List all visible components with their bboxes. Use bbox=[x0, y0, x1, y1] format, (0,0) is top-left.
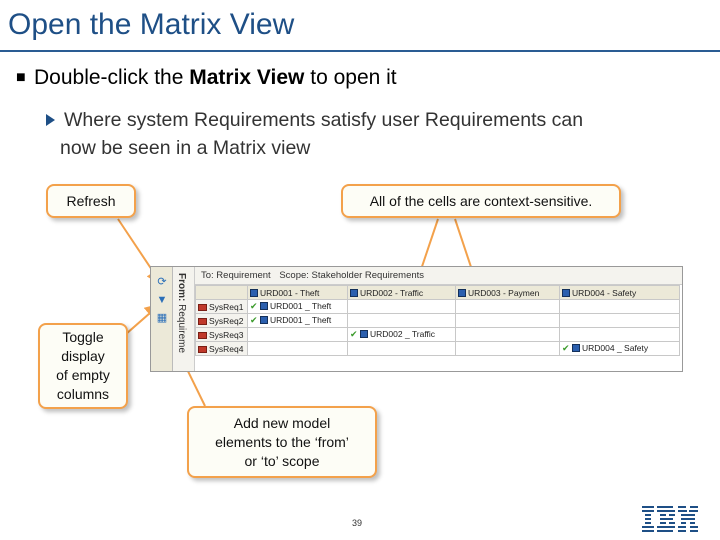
requirement-icon bbox=[198, 331, 207, 339]
from-label-bold: From: bbox=[176, 273, 187, 302]
requirement-icon bbox=[562, 288, 570, 297]
from-scope-label: From: Requireme bbox=[173, 267, 195, 371]
matrix-cell[interactable]: ✔ URD001 _ Theft bbox=[247, 299, 348, 314]
requirement-icon bbox=[260, 316, 268, 324]
matrix-cell[interactable] bbox=[455, 299, 560, 314]
matrix-cell[interactable]: ✔ URD001 _ Theft bbox=[247, 313, 348, 328]
requirement-icon bbox=[458, 288, 466, 297]
matrix-cell[interactable] bbox=[559, 299, 680, 314]
matrix-cell[interactable] bbox=[559, 313, 680, 328]
scope-icon[interactable]: ▦ bbox=[155, 311, 169, 325]
matrix-cell[interactable] bbox=[247, 327, 348, 342]
matrix-cell[interactable] bbox=[347, 341, 456, 356]
table-row: SysReq2 ✔ URD001 _ Theft bbox=[195, 313, 680, 328]
from-label-rest: Requireme bbox=[176, 301, 187, 354]
matrix-cell[interactable] bbox=[347, 313, 456, 328]
matrix-cell[interactable]: ✔ URD004 _ Safety bbox=[559, 341, 680, 356]
corner-cell bbox=[195, 285, 248, 300]
matrix-grid: URD001 - Theft URD002 - Traffic URD003 -… bbox=[195, 285, 680, 356]
callout-context-sensitive: All of the cells are context-sensitive. bbox=[341, 184, 621, 218]
table-row: SysReq3 ✔ URD002 _ Traffic bbox=[195, 327, 680, 342]
requirement-icon bbox=[250, 288, 258, 297]
column-header[interactable]: URD002 - Traffic bbox=[347, 285, 456, 300]
callout-add-scope: Add new model elements to the ‘from’ or … bbox=[187, 406, 377, 478]
column-header[interactable]: URD003 - Paymen bbox=[455, 285, 560, 300]
requirement-icon bbox=[198, 303, 207, 311]
callout-toggle-line: of empty bbox=[56, 367, 110, 383]
ibm-logo bbox=[642, 506, 698, 532]
matrix-view[interactable]: ⟳ ▼ ▦ From: Requireme To: Requirement Sc… bbox=[150, 266, 683, 372]
matrix-cell[interactable] bbox=[247, 341, 348, 356]
requirement-icon bbox=[572, 344, 580, 352]
matrix-toolbar: ⟳ ▼ ▦ bbox=[151, 267, 173, 371]
callout-refresh-text: Refresh bbox=[66, 192, 116, 209]
callout-context-text: All of the cells are context-sensitive. bbox=[369, 192, 593, 209]
check-icon: ✔ bbox=[250, 315, 258, 325]
callout-toggle-empty-columns: Toggle display of empty columns bbox=[38, 323, 128, 409]
requirement-icon bbox=[260, 302, 268, 310]
row-header[interactable]: SysReq2 bbox=[195, 313, 248, 328]
callout-refresh: Refresh bbox=[46, 184, 136, 218]
table-row: SysReq4 ✔ URD004 _ Safety bbox=[195, 341, 680, 356]
callout-toggle-line: columns bbox=[56, 386, 110, 402]
callout-add-line: Add new model bbox=[233, 414, 331, 431]
row-header[interactable]: SysReq1 bbox=[195, 299, 248, 314]
check-icon: ✔ bbox=[350, 329, 358, 339]
refresh-icon[interactable]: ⟳ bbox=[155, 275, 169, 289]
callout-toggle-line: Toggle bbox=[62, 329, 104, 345]
check-icon: ✔ bbox=[250, 301, 258, 311]
requirement-icon bbox=[198, 345, 207, 353]
row-header[interactable]: SysReq4 bbox=[195, 341, 248, 356]
to-scope-header: To: Requirement Scope: Stakeholder Requi… bbox=[195, 267, 682, 285]
requirement-icon bbox=[198, 317, 207, 325]
row-header[interactable]: SysReq3 bbox=[195, 327, 248, 342]
page-number: 39 bbox=[352, 518, 363, 528]
callout-toggle-line: display bbox=[61, 348, 105, 364]
matrix-cell[interactable] bbox=[455, 341, 560, 356]
check-icon: ✔ bbox=[562, 343, 570, 353]
matrix-cell[interactable] bbox=[455, 313, 560, 328]
callout-add-line: or ‘to’ scope bbox=[244, 452, 320, 469]
callout-add-line: elements to the ‘from’ bbox=[215, 433, 349, 450]
matrix-cell[interactable] bbox=[347, 299, 456, 314]
column-header[interactable]: URD001 - Theft bbox=[247, 285, 348, 300]
column-header[interactable]: URD004 - Safety bbox=[559, 285, 680, 300]
filter-icon[interactable]: ▼ bbox=[155, 293, 169, 307]
matrix-header-row: URD001 - Theft URD002 - Traffic URD003 -… bbox=[195, 285, 680, 300]
requirement-icon bbox=[360, 330, 368, 338]
table-row: SysReq1 ✔ URD001 _ Theft bbox=[195, 299, 680, 314]
requirement-icon bbox=[350, 288, 358, 297]
matrix-cell[interactable] bbox=[455, 327, 560, 342]
matrix-cell[interactable]: ✔ URD002 _ Traffic bbox=[347, 327, 456, 342]
matrix-cell[interactable] bbox=[559, 327, 680, 342]
to-label: To: Requirement bbox=[201, 270, 271, 281]
scope-label: Scope: Stakeholder Requirements bbox=[279, 270, 425, 281]
